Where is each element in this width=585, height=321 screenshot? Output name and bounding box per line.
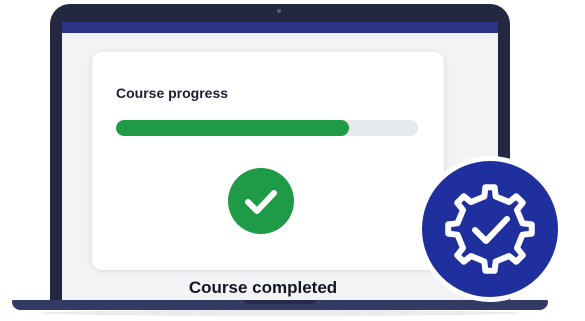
webcam [277, 9, 281, 13]
gear-check-badge-icon [417, 156, 563, 302]
card-title: Course progress [116, 85, 229, 101]
progress-fill [116, 120, 349, 136]
laptop-base [12, 300, 548, 310]
base-shadow [40, 310, 520, 316]
checkmark-circle-icon [228, 168, 294, 234]
completion-status: Course completed [188, 278, 338, 297]
screen-top-bar [62, 22, 498, 33]
laptop-notch [244, 300, 316, 304]
progress-track [116, 120, 418, 136]
course-progress-card: Course progress Course completed [92, 52, 444, 297]
